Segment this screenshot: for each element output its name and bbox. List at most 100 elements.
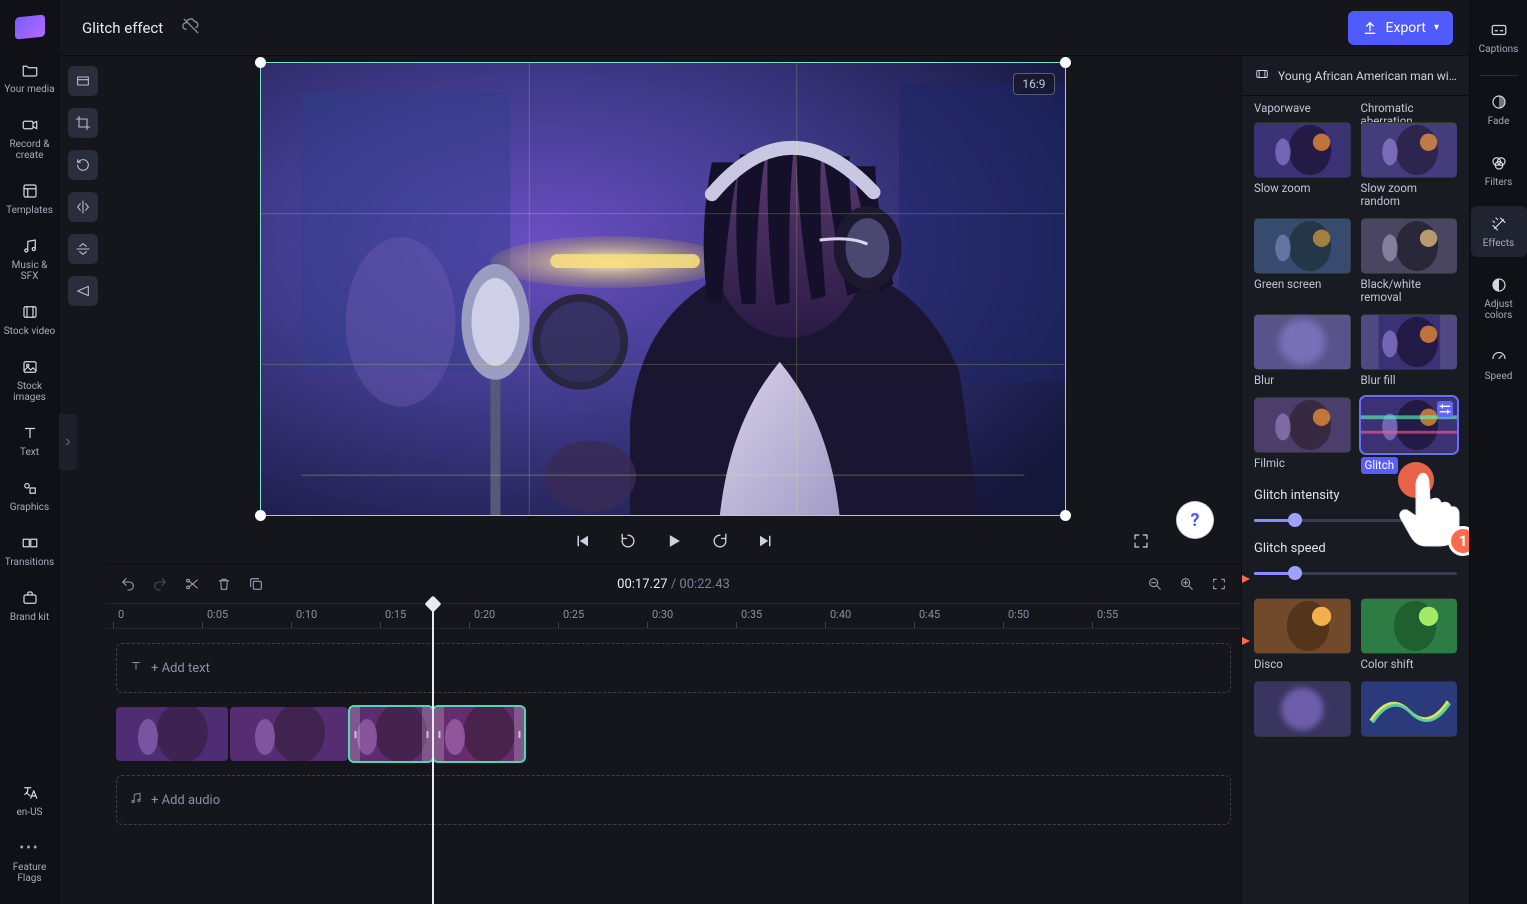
effect-thumb[interactable] <box>1361 314 1458 370</box>
play-icon[interactable] <box>660 527 688 555</box>
effect-slow-zoom-random[interactable]: Slow zoom random <box>1361 122 1458 208</box>
aspect-ratio-badge[interactable]: 16:9 <box>1013 73 1054 95</box>
effect-thumb[interactable] <box>1361 397 1458 453</box>
glitch-speed-slider[interactable] <box>1254 566 1457 580</box>
adjust-icon[interactable] <box>1437 401 1453 417</box>
panel-expand-left[interactable] <box>59 414 77 470</box>
rail-record[interactable]: Record & create <box>2 107 58 169</box>
forward-5-icon[interactable] <box>706 527 734 555</box>
rail-templates[interactable]: Templates <box>2 173 58 224</box>
top-bar: Glitch effect Export ▾ <box>60 0 1469 56</box>
timecode: 00:17.27 / 00:22.43 <box>617 577 730 592</box>
rail-more[interactable]: ••• Feature Flags <box>2 830 58 892</box>
effect-thumb[interactable] <box>1254 598 1351 654</box>
camera-icon <box>19 115 41 135</box>
tool-flip-h[interactable] <box>68 192 98 222</box>
effect-label: Filmic <box>1254 457 1351 470</box>
rail-stock-video[interactable]: Stock video <box>2 294 58 345</box>
glitch-intensity-slider[interactable] <box>1254 513 1457 527</box>
effect-label: Vaporwave <box>1254 102 1351 115</box>
timeline-clip[interactable]: |||| <box>350 707 432 761</box>
tool-crop[interactable] <box>68 108 98 138</box>
effect-thumb[interactable] <box>1361 681 1458 737</box>
rewind-5-icon[interactable] <box>614 527 642 555</box>
selected-clip-name: Young African American man wi… <box>1278 69 1457 83</box>
timeline-clip[interactable] <box>116 707 228 761</box>
effect-color-shift[interactable]: Color shift <box>1361 598 1458 671</box>
right-filters[interactable]: Filters <box>1471 145 1527 196</box>
tool-pip[interactable] <box>68 276 98 306</box>
effect-bw-removal[interactable]: Black/white removal <box>1361 218 1458 304</box>
briefcase-icon <box>19 588 41 608</box>
project-title[interactable]: Glitch effect <box>82 19 163 37</box>
left-rail: Your media Record & create Templates Mus… <box>0 0 60 904</box>
cloud-off-icon[interactable] <box>181 16 201 40</box>
effect-thumb[interactable] <box>1361 218 1458 274</box>
effect-glitch[interactable]: Glitch <box>1361 397 1458 474</box>
effect-blur-fill[interactable]: Blur fill <box>1361 314 1458 387</box>
effect-thumb[interactable] <box>1361 598 1458 654</box>
image-icon <box>19 357 41 377</box>
skip-start-icon[interactable] <box>568 527 596 555</box>
effect-filmic[interactable]: Filmic <box>1254 397 1351 474</box>
rail-text[interactable]: Text <box>2 415 58 466</box>
fullscreen-icon[interactable] <box>1127 527 1155 555</box>
effect-thumb[interactable] <box>1254 681 1351 737</box>
zoom-in-icon[interactable] <box>1177 574 1197 594</box>
audio-track-icon <box>129 791 143 809</box>
effect-slow-zoom[interactable]: Slow zoom <box>1254 122 1351 208</box>
rail-transitions[interactable]: Transitions <box>2 525 58 576</box>
effect-green-screen[interactable]: Green screen <box>1254 218 1351 304</box>
right-speed[interactable]: Speed <box>1471 339 1527 390</box>
tool-flip-v[interactable] <box>68 234 98 264</box>
undo-icon[interactable] <box>118 574 138 594</box>
add-text-track[interactable]: + Add text <box>116 643 1231 693</box>
app-logo[interactable] <box>15 14 45 39</box>
effect-thumb[interactable] <box>1254 122 1351 178</box>
effect-disco[interactable]: Disco <box>1254 598 1351 671</box>
rail-brand-kit[interactable]: Brand kit <box>2 580 58 631</box>
help-button[interactable]: ? <box>1177 502 1213 538</box>
video-track[interactable]: |||| |||| <box>116 707 1231 761</box>
rail-stock-images[interactable]: Stock images <box>2 349 58 411</box>
effect-thumb[interactable] <box>1254 218 1351 274</box>
effect-thumb[interactable] <box>1361 122 1458 178</box>
rail-music[interactable]: Music & SFX <box>2 228 58 290</box>
shapes-icon <box>19 478 41 498</box>
duplicate-icon[interactable] <box>246 574 266 594</box>
panel-collapse-right[interactable] <box>1241 424 1242 480</box>
dots-icon: ••• <box>19 838 41 858</box>
resize-handle[interactable] <box>1060 57 1071 68</box>
effect-thumb[interactable] <box>1254 397 1351 453</box>
right-adjust-colors[interactable]: Adjust colors <box>1471 267 1527 329</box>
effect-thumb[interactable] <box>1254 314 1351 370</box>
redo-icon[interactable] <box>150 574 170 594</box>
center-column: 16:9 ? <box>106 56 1241 904</box>
text-icon <box>19 423 41 443</box>
tool-rotate[interactable] <box>68 150 98 180</box>
right-fade[interactable]: Fade <box>1471 84 1527 135</box>
zoom-out-icon[interactable] <box>1145 574 1165 594</box>
tracks-area: + Add text |||| |||| + Add audio <box>106 629 1241 904</box>
resize-handle[interactable] <box>255 57 266 68</box>
right-captions[interactable]: Captions <box>1471 12 1527 63</box>
rail-your-media[interactable]: Your media <box>2 52 58 103</box>
effects-icon <box>1488 214 1510 234</box>
preview-area: 16:9 ? <box>106 56 1241 518</box>
tool-fit[interactable] <box>68 66 98 96</box>
video-preview[interactable]: 16:9 <box>260 62 1066 516</box>
zoom-fit-icon[interactable] <box>1209 574 1229 594</box>
timeline-ruler[interactable]: 00:050:100:150:200:250:300:350:400:450:5… <box>106 603 1241 629</box>
effect-blur[interactable]: Blur <box>1254 314 1351 387</box>
right-effects[interactable]: Effects <box>1471 206 1527 257</box>
split-icon[interactable] <box>182 574 202 594</box>
timeline-clip[interactable]: |||| <box>434 707 524 761</box>
rail-graphics[interactable]: Graphics <box>2 470 58 521</box>
timeline-clip[interactable] <box>230 707 348 761</box>
rail-locale[interactable]: en-US <box>2 775 58 826</box>
skip-end-icon[interactable] <box>752 527 780 555</box>
effects-scroll[interactable]: Vaporwave Chromatic aberration Slow zoom… <box>1242 96 1469 904</box>
add-audio-track[interactable]: + Add audio <box>116 775 1231 825</box>
delete-icon[interactable] <box>214 574 234 594</box>
export-button[interactable]: Export ▾ <box>1348 11 1453 45</box>
